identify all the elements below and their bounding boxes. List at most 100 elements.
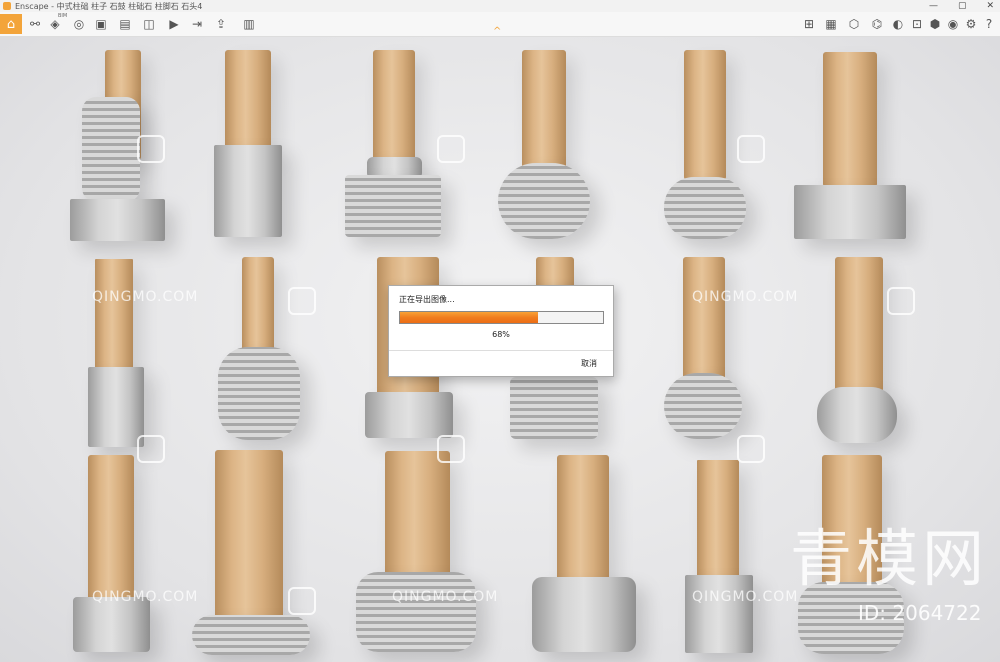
batch-render-button[interactable]: ▤	[116, 15, 134, 33]
settings-button[interactable]: ⚙	[962, 15, 980, 33]
close-button[interactable]: ✕	[986, 1, 994, 11]
camera-button[interactable]: ⌬	[868, 15, 886, 33]
material-button[interactable]: ◐	[889, 15, 907, 33]
watermark-logo-icon	[887, 287, 915, 315]
book-button[interactable]: ⊡	[908, 15, 926, 33]
stone-base	[664, 177, 746, 239]
watermark-logo-icon	[437, 135, 465, 163]
library-icon: ⊞	[803, 17, 815, 31]
stone-base	[73, 597, 150, 652]
wood-column	[242, 257, 274, 352]
library-button[interactable]: ⊞	[800, 15, 818, 33]
views-icon: ▦	[825, 17, 837, 31]
book-icon: ⊡	[911, 17, 923, 31]
assets-button[interactable]: ▥	[240, 15, 258, 33]
stone-base	[685, 575, 753, 653]
cancel-button[interactable]: 取消	[581, 358, 597, 369]
bim-icon: ◈	[50, 17, 60, 31]
wood-column	[522, 50, 566, 170]
screenshot-button[interactable]: ▣	[92, 15, 110, 33]
stone-base	[498, 163, 590, 239]
minimize-button[interactable]: —	[929, 1, 938, 11]
watermark-logo-icon	[137, 135, 165, 163]
stone-base	[356, 572, 476, 652]
cube-button[interactable]: ⬢	[926, 15, 944, 33]
home-icon: ⌂	[6, 16, 16, 32]
upload-icon: ⇪	[215, 17, 227, 31]
stone-base	[817, 387, 897, 443]
stone-base	[88, 367, 144, 447]
home-button[interactable]: ⌂	[0, 14, 22, 34]
stone-base	[532, 577, 636, 652]
watermark-text: QINGMO.COM	[392, 589, 499, 605]
stone-base	[664, 373, 742, 439]
panorama-icon: ◫	[143, 17, 155, 31]
wood-column	[215, 450, 283, 625]
wood-column	[835, 257, 883, 392]
bim-button[interactable]: ◈ BIM	[46, 13, 68, 33]
stone-base	[345, 175, 441, 237]
help-button[interactable]: ?	[980, 15, 998, 33]
dialog-divider	[389, 350, 613, 351]
watermark-logo-icon	[288, 587, 316, 615]
objects-button[interactable]: ⬡	[845, 15, 863, 33]
bim-caption: BIM	[58, 13, 68, 19]
vr-icon: ◎	[73, 17, 85, 31]
assets-icon: ▥	[243, 17, 255, 31]
screenshot-icon: ▣	[95, 17, 107, 31]
export-progress-dialog: 正在导出图像... 68% 取消	[388, 285, 614, 377]
stone-base	[365, 392, 453, 438]
export-icon: ⇥	[191, 17, 203, 31]
wood-column	[697, 460, 739, 580]
material-icon: ◐	[892, 17, 904, 31]
export-button[interactable]: ⇥	[188, 15, 206, 33]
gear-icon: ⚙	[965, 17, 977, 31]
watermark-text: QINGMO.COM	[92, 289, 199, 305]
stone-base	[70, 199, 165, 241]
watermark-text: QINGMO.COM	[692, 589, 799, 605]
maximize-button[interactable]: ▢	[958, 1, 967, 11]
window-title: Enscape - 中式柱础 柱子 石鼓 柱础石 柱脚石 石头4	[15, 1, 203, 11]
views-button[interactable]: ▦	[822, 15, 840, 33]
wood-column	[683, 257, 725, 382]
batch-icon: ▤	[119, 17, 131, 31]
panorama-button[interactable]: ◫	[140, 15, 158, 33]
collapse-toolbar-icon[interactable]: ^	[493, 26, 501, 37]
watermark-logo-icon	[137, 435, 165, 463]
title-bar: Enscape - 中式柱础 柱子 石鼓 柱础石 柱脚石 石头4 — ▢ ✕	[0, 0, 1000, 12]
lion-sculpture	[82, 97, 140, 202]
watermark-logo-icon	[737, 435, 765, 463]
id-watermark: ID: 2064722	[858, 601, 982, 625]
video-icon: ▶	[169, 17, 179, 31]
video-button[interactable]: ▶	[165, 15, 183, 33]
wood-column	[88, 455, 134, 605]
wood-column	[557, 455, 609, 585]
wood-column	[373, 50, 415, 165]
stone-base	[510, 377, 598, 439]
upload-button[interactable]: ⇪	[212, 15, 230, 33]
stone-base	[794, 185, 906, 239]
watermark-logo-icon	[437, 435, 465, 463]
stone-base	[218, 347, 300, 440]
wood-column	[95, 259, 133, 371]
brand-watermark: 青模网	[790, 522, 989, 595]
progress-fill	[400, 312, 539, 323]
visibility-button[interactable]: ◉	[944, 15, 962, 33]
stone-base	[214, 145, 282, 237]
cube-icon: ⬢	[929, 17, 941, 31]
watermark-logo-icon	[737, 135, 765, 163]
wood-column	[385, 451, 450, 581]
vr-button[interactable]: ◎	[70, 15, 88, 33]
progress-bar	[399, 311, 604, 324]
progress-percent: 68%	[492, 330, 510, 339]
wood-column	[225, 50, 271, 155]
objects-icon: ⬡	[848, 17, 860, 31]
watermark-text: QINGMO.COM	[692, 289, 799, 305]
wood-column	[823, 52, 877, 187]
window-controls: — ▢ ✕	[929, 0, 994, 12]
help-icon: ?	[985, 17, 993, 31]
eye-icon: ◉	[947, 17, 959, 31]
link-button[interactable]: ⚯	[26, 15, 44, 33]
link-icon: ⚯	[29, 17, 41, 31]
dialog-title: 正在导出图像...	[399, 295, 455, 304]
